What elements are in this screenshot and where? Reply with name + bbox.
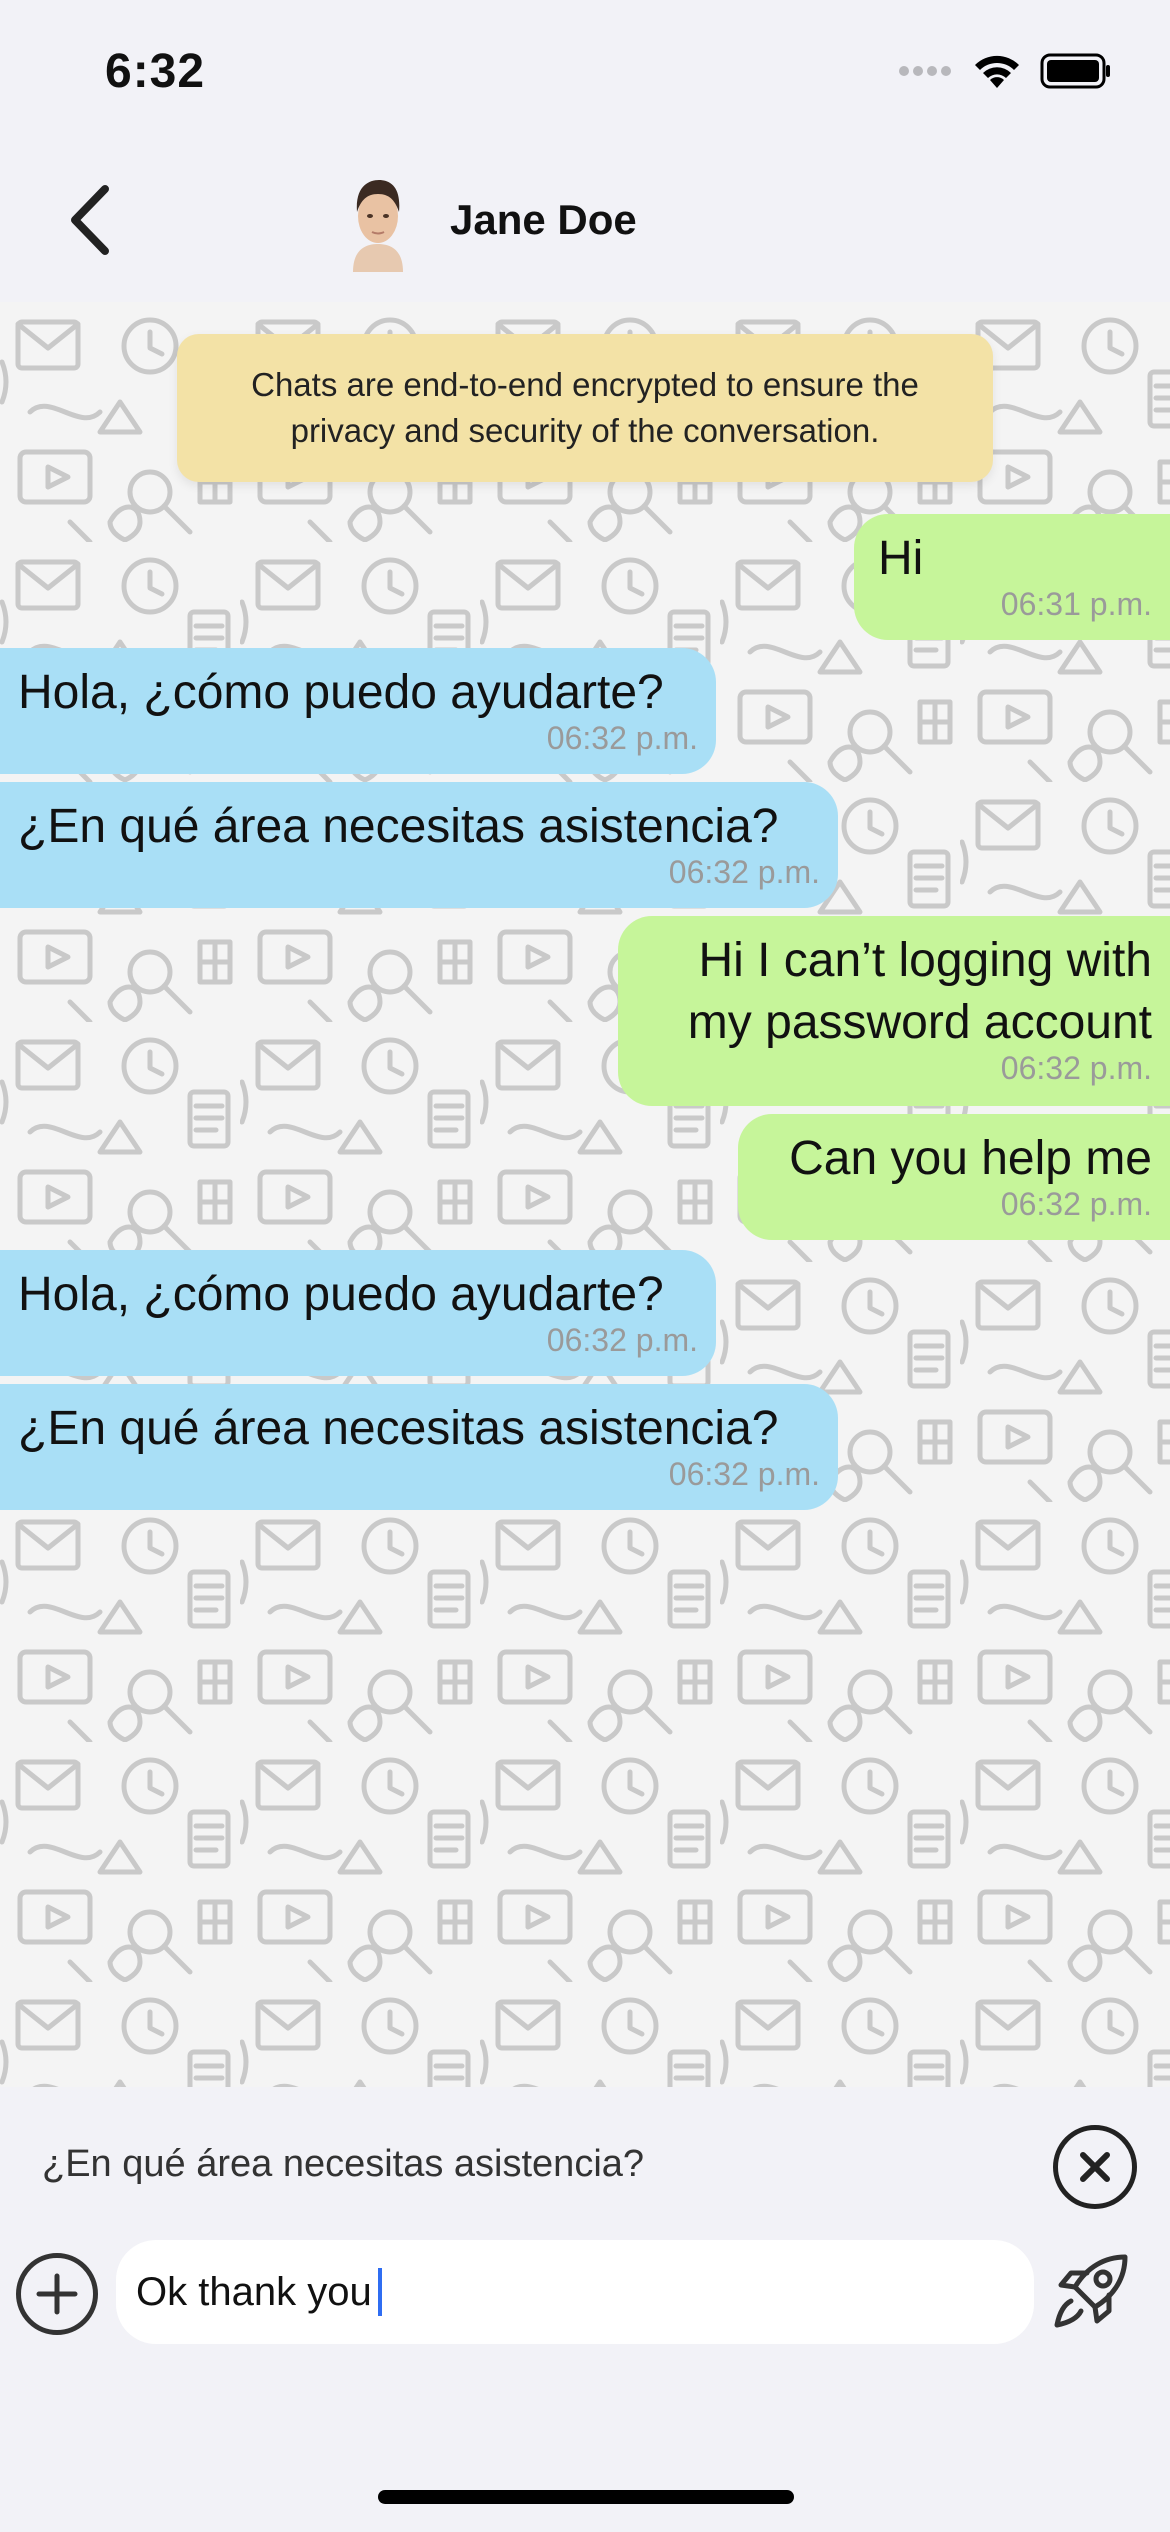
message-text: Can you help me — [789, 1132, 1152, 1185]
message-time: 06:32 p.m. — [668, 1456, 820, 1492]
message-text: Hola, ¿cómo puedo ayudarte? — [18, 666, 664, 719]
close-icon — [1080, 2152, 1110, 2182]
message-text: ¿En qué área necesitas asistencia? — [18, 800, 779, 853]
message-text: Hi I can’t logging with my password acco… — [687, 934, 1152, 1049]
message-input[interactable]: Ok thank you — [116, 2240, 1034, 2344]
signal-dots-icon — [899, 66, 951, 76]
status-time: 6:32 — [105, 45, 206, 98]
close-reply-button[interactable] — [1053, 2125, 1137, 2209]
text-caret — [377, 2268, 382, 2316]
plus-icon — [36, 2273, 78, 2315]
message-input-value: Ok thank you — [136, 2269, 372, 2314]
status-icons — [898, 52, 1112, 90]
message-text: Hola, ¿cómo puedo ayudarte? — [18, 1268, 664, 1321]
contact-name: Jane Doe — [450, 196, 637, 243]
chevron-left-icon — [71, 185, 109, 255]
message-bubble-incoming[interactable]: Hola, ¿cómo puedo ayudarte? 06:32 p.m. — [0, 1250, 716, 1376]
message-time: 06:32 p.m. — [668, 854, 820, 890]
message-bubble-outgoing[interactable]: Can you help me 06:32 p.m. — [738, 1114, 1170, 1240]
message-time: 06:32 p.m. — [1000, 1050, 1152, 1086]
encryption-notice: Chats are end-to-end encrypted to ensure… — [177, 334, 993, 482]
avatar[interactable] — [343, 172, 413, 272]
status-bar: 6:32 — [0, 0, 1170, 140]
send-button[interactable] — [1045, 2245, 1137, 2337]
rocket-icon — [1054, 2254, 1128, 2328]
chat-header: Jane Doe — [0, 140, 1170, 302]
message-bubble-outgoing[interactable]: Hi 06:31 p.m. — [854, 514, 1170, 640]
message-bubble-incoming[interactable]: ¿En qué área necesitas asistencia? 06:32… — [0, 1384, 838, 1510]
chat-area: Chats are end-to-end encrypted to ensure… — [0, 302, 1170, 2087]
message-bubble-incoming[interactable]: ¿En qué área necesitas asistencia? 06:32… — [0, 782, 838, 908]
message-bubble-outgoing[interactable]: Hi I can’t logging with my password acco… — [618, 916, 1170, 1106]
home-indicator — [378, 2490, 794, 2504]
message-text: Hi — [878, 532, 924, 585]
person-avatar-icon — [343, 172, 413, 272]
message-time: 06:32 p.m. — [546, 720, 698, 756]
battery-icon — [1040, 53, 1110, 89]
message-time: 06:31 p.m. — [1000, 586, 1152, 622]
message-time: 06:32 p.m. — [546, 1322, 698, 1358]
composer: Ok thank you — [0, 2237, 1170, 2377]
reply-quoted-text: ¿En qué área necesitas asistencia? — [42, 2143, 645, 2185]
reply-preview: ¿En qué área necesitas asistencia? — [0, 2087, 1170, 2237]
message-time: 06:32 p.m. — [1000, 1186, 1152, 1222]
message-text: ¿En qué área necesitas asistencia? — [18, 1402, 779, 1455]
wifi-icon — [975, 55, 1019, 88]
back-button[interactable] — [50, 180, 130, 260]
message-bubble-incoming[interactable]: Hola, ¿cómo puedo ayudarte? 06:32 p.m. — [0, 648, 716, 774]
add-attachment-button[interactable] — [16, 2253, 98, 2335]
